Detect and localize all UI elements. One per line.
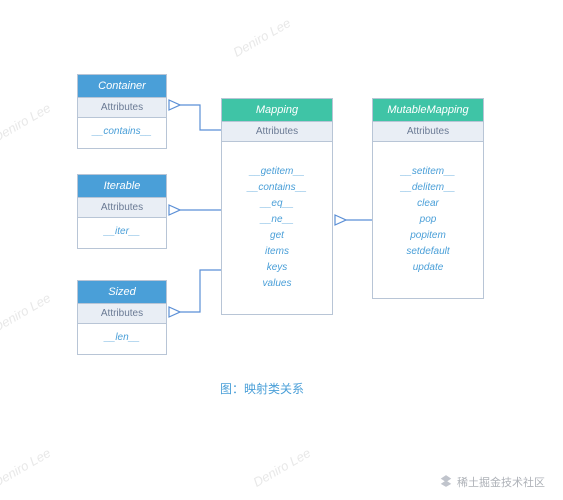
class-mutablemapping: MutableMapping Attributes __setitem__ __… <box>372 98 484 299</box>
method: __delitem__ <box>373 180 483 196</box>
watermark: Deniro Lee <box>0 445 53 490</box>
method: popitem <box>373 228 483 244</box>
watermark: Deniro Lee <box>251 445 314 490</box>
diagram-caption: 图：映射类关系 <box>220 380 304 397</box>
watermark: Deniro Lee <box>231 15 294 60</box>
method: __len__ <box>78 330 166 346</box>
methods-list: __iter__ <box>78 218 166 248</box>
class-name: Iterable <box>78 175 166 198</box>
section-header: Attributes <box>222 122 332 142</box>
method: keys <box>222 260 332 276</box>
method: setdefault <box>373 244 483 260</box>
section-header: Attributes <box>78 198 166 218</box>
method: __iter__ <box>78 224 166 240</box>
method: values <box>222 276 332 292</box>
class-name: Sized <box>78 281 166 304</box>
class-mapping: Mapping Attributes __getitem__ __contain… <box>221 98 333 315</box>
method: clear <box>373 196 483 212</box>
methods-list: __setitem__ __delitem__ clear pop popite… <box>373 142 483 298</box>
juejin-icon <box>439 474 453 488</box>
class-sized: Sized Attributes __len__ <box>77 280 167 355</box>
method: __contains__ <box>222 180 332 196</box>
class-name: Container <box>78 75 166 98</box>
class-name: MutableMapping <box>373 99 483 122</box>
watermark: Deniro Lee <box>0 290 53 335</box>
credit-line: 稀土掘金技术社区 <box>439 474 545 490</box>
methods-list: __contains__ <box>78 118 166 148</box>
class-container: Container Attributes __contains__ <box>77 74 167 149</box>
method: items <box>222 244 332 260</box>
method: get <box>222 228 332 244</box>
credit-text: 稀土掘金技术社区 <box>457 477 545 489</box>
section-header: Attributes <box>78 98 166 118</box>
section-header: Attributes <box>78 304 166 324</box>
methods-list: __getitem__ __contains__ __eq__ __ne__ g… <box>222 142 332 314</box>
method: update <box>373 260 483 276</box>
method: __getitem__ <box>222 164 332 180</box>
class-iterable: Iterable Attributes __iter__ <box>77 174 167 249</box>
watermark: Deniro Lee <box>0 100 53 145</box>
section-header: Attributes <box>373 122 483 142</box>
method: __contains__ <box>78 124 166 140</box>
class-name: Mapping <box>222 99 332 122</box>
methods-list: __len__ <box>78 324 166 354</box>
method: __eq__ <box>222 196 332 212</box>
method: __ne__ <box>222 212 332 228</box>
method: __setitem__ <box>373 164 483 180</box>
method: pop <box>373 212 483 228</box>
